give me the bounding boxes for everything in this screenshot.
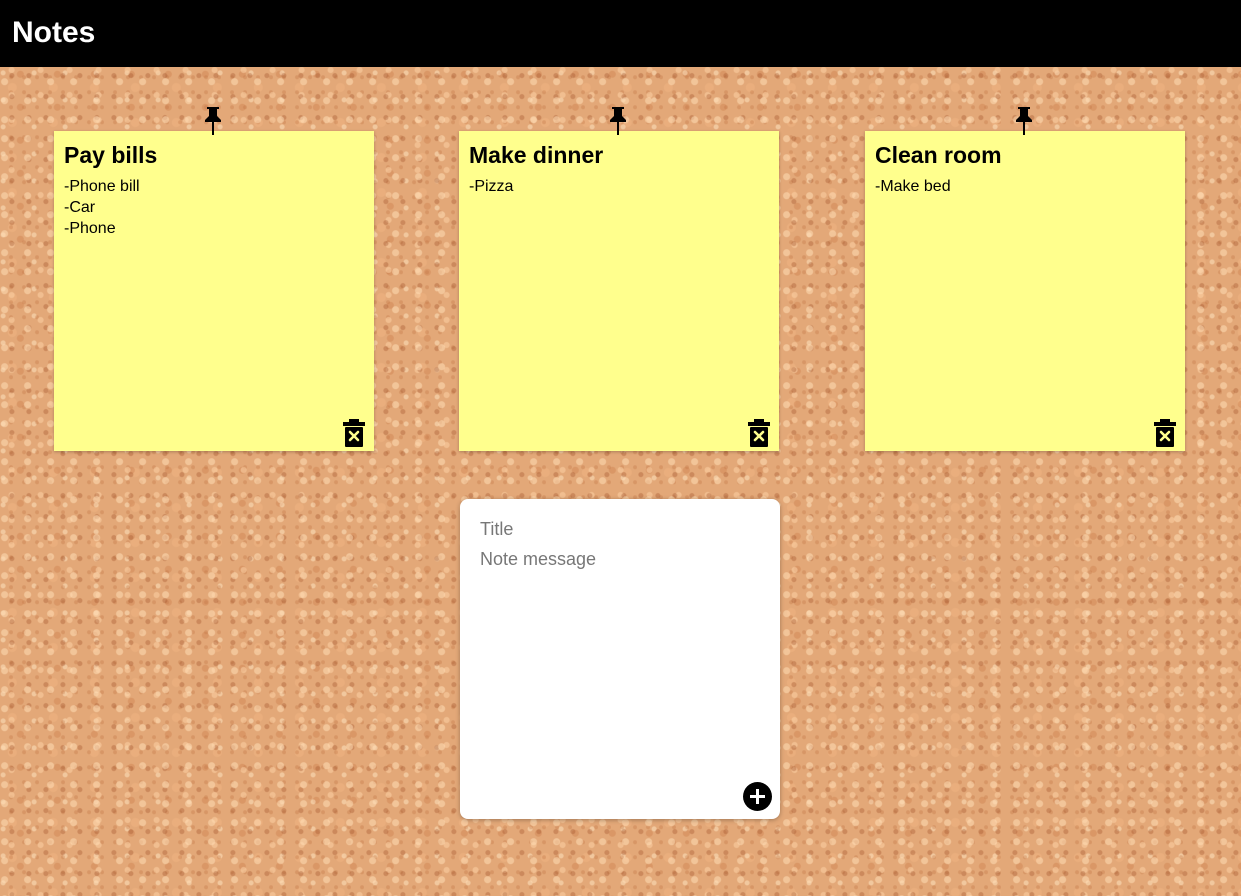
plus-circle-icon [750, 789, 765, 804]
note-title-input[interactable] [470, 515, 780, 543]
note-title: Clean room [875, 142, 1002, 168]
note-card: Pay bills -Phone bill -Car -Phone [54, 107, 374, 451]
note-card: Make dinner -Pizza [459, 107, 779, 451]
note-title: Make dinner [469, 142, 604, 168]
add-note-button[interactable] [743, 782, 772, 811]
pushpin-icon [610, 107, 626, 135]
note-card: Clean room -Make bed [865, 107, 1185, 451]
note-line: -Pizza [469, 178, 514, 195]
note-body: -Make bed [875, 176, 951, 197]
trash-icon[interactable] [748, 419, 770, 447]
note-body: -Phone bill -Car -Phone [64, 176, 140, 239]
note-line: -Phone bill [64, 178, 140, 195]
note-title: Pay bills [64, 142, 158, 168]
new-note-form [460, 499, 780, 819]
pushpin-icon [1016, 107, 1032, 135]
note-line: -Car [64, 199, 96, 216]
note-message-input[interactable] [470, 547, 780, 771]
app-title: Notes [12, 16, 96, 49]
note-line: -Make bed [875, 178, 951, 195]
note-body: -Pizza [469, 176, 513, 197]
trash-icon[interactable] [1154, 419, 1176, 447]
trash-icon[interactable] [343, 419, 365, 447]
pushpin-icon [205, 107, 221, 135]
app-header: Notes [0, 0, 1241, 67]
note-line: -Phone [64, 220, 116, 237]
